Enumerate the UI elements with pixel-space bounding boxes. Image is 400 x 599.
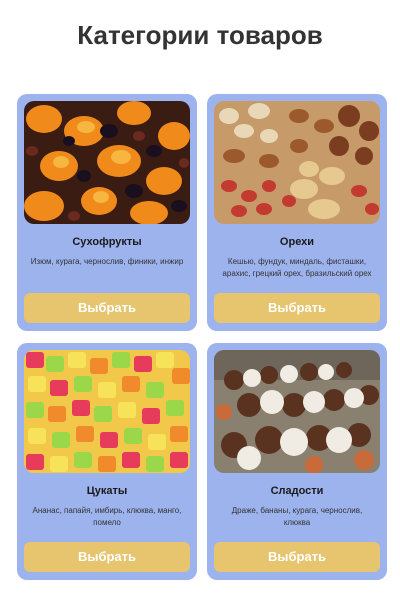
category-card-dried-fruits: Сухофрукты Изюм, курага, чернослив, фини… — [17, 94, 197, 331]
page-title: Категории товаров — [77, 20, 323, 50]
nuts-photo — [214, 101, 380, 224]
select-button[interactable]: Выбрать — [24, 293, 190, 323]
category-description: Драже, бананы, курага, чернослив, клюква — [231, 506, 363, 527]
select-button[interactable]: Выбрать — [214, 542, 380, 572]
category-name: Орехи — [279, 236, 315, 248]
category-card-sweets: Сладости Драже, бананы, курага, черносли… — [207, 343, 387, 580]
category-card-candied-fruits: Цукаты Ананас, папайя, имбирь, клюква, м… — [17, 343, 197, 580]
category-name: Сухофрукты — [72, 236, 142, 248]
category-description: Изюм, курага, чернослив, финики, инжир — [30, 257, 184, 266]
select-button[interactable]: Выбрать — [214, 293, 380, 323]
candied-fruits-photo — [24, 350, 190, 473]
category-name: Цукаты — [86, 485, 128, 497]
category-card-nuts: Орехи Кешью, фундук, миндаль, фисташки, … — [207, 94, 387, 331]
dried-fruits-photo — [24, 101, 190, 224]
category-name: Сладости — [270, 485, 324, 497]
select-button[interactable]: Выбрать — [24, 542, 190, 572]
sweets-photo — [214, 350, 380, 473]
category-description: Кешью, фундук, миндаль, фисташки, арахис… — [222, 257, 372, 278]
category-description: Ананас, папайя, имбирь, клюква, манго, п… — [32, 506, 182, 527]
